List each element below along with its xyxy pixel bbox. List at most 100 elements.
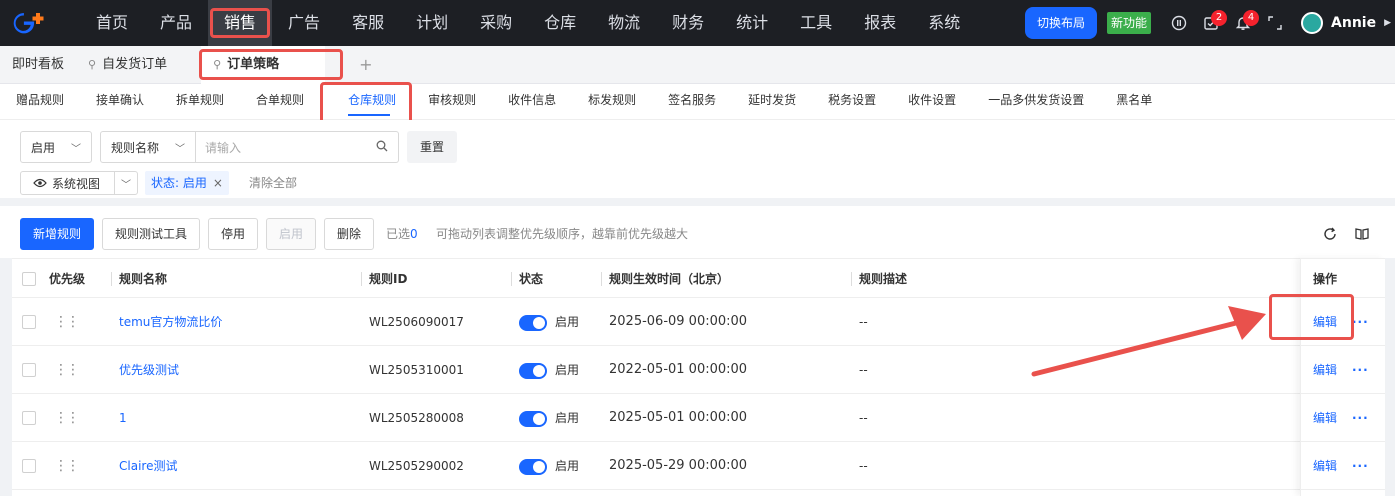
table-header: 优先级 规则名称 规则ID 状态 规则生效时间（北京） 规则描述 操作 <box>12 258 1385 298</box>
table-row[interactable]: ⋮⋮ temu官方物流比价 WL2506090017 启用 2025-06-09… <box>12 298 1385 346</box>
chevron-down-icon[interactable]: ﹀ <box>115 176 137 191</box>
disable-button[interactable]: 停用 <box>208 218 258 250</box>
drag-handle-icon[interactable]: ⋮⋮ <box>54 298 80 346</box>
nav-sales[interactable]: 销售 <box>208 0 273 46</box>
subtab-recipient-settings[interactable]: 收件设置 <box>892 84 972 120</box>
rule-name-link[interactable]: Claire测试 <box>119 442 177 490</box>
user-avatar[interactable] <box>1301 12 1324 34</box>
delete-button[interactable]: 删除 <box>324 218 374 250</box>
add-tab-button[interactable]: + <box>359 55 372 74</box>
drag-handle-icon[interactable]: ⋮⋮ <box>54 442 80 490</box>
status-toggle[interactable] <box>519 362 547 379</box>
tab-order-strategy-label: 订单策略 <box>227 56 280 72</box>
enable-button[interactable]: 启用 <box>266 218 316 250</box>
col-priority: 优先级 <box>49 272 86 286</box>
table-toolbar: 新增规则 规则测试工具 停用 启用 删除 已选0 可拖动列表调整优先级顺序，越靠… <box>0 206 1395 258</box>
eye-icon <box>33 178 47 188</box>
top-right-tools: 切换布局 新功能 2 4 Annie ▶ <box>1024 0 1395 46</box>
subtab-recipient-info[interactable]: 收件信息 <box>492 84 572 120</box>
new-feature-button[interactable]: 新功能 <box>1107 12 1152 34</box>
status-toggle[interactable] <box>519 458 547 475</box>
pin-icon[interactable]: ⚲ <box>88 46 96 84</box>
drag-handle-icon[interactable]: ⋮⋮ <box>54 346 80 394</box>
subtab-gift-rules[interactable]: 赠品规则 <box>0 84 80 120</box>
search-icon[interactable] <box>376 140 388 155</box>
view-select[interactable]: 系统视图 ﹀ <box>20 171 138 195</box>
subtab-multi-supplier[interactable]: 一品多供发货设置 <box>972 84 1100 120</box>
user-menu-caret-icon[interactable]: ▶ <box>1384 18 1391 28</box>
fullscreen-icon[interactable] <box>1259 0 1291 46</box>
clear-all-link[interactable]: 清除全部 <box>249 171 297 195</box>
nav-service[interactable]: 客服 <box>336 0 400 46</box>
rule-name-link[interactable]: 优先级测试 <box>119 346 179 394</box>
nav-plan[interactable]: 计划 <box>400 0 464 46</box>
row-checkbox[interactable] <box>22 363 36 377</box>
strategy-sub-tabs: 赠品规则 接单确认 拆单规则 合单规则 仓库规则 审核规则 收件信息 标发规则 … <box>0 81 1395 125</box>
subtab-blacklist[interactable]: 黑名单 <box>1100 84 1168 120</box>
operations-column-shadow <box>1300 258 1385 496</box>
main-nav-menu: 首页 产品 销售 广告 客服 计划 采购 仓库 物流 财务 统计 工具 报表 系… <box>80 0 976 46</box>
tab-dashboard[interactable]: 即时看板 <box>0 46 76 84</box>
subtab-review-rules[interactable]: 审核规则 <box>412 84 492 120</box>
drag-handle-icon[interactable]: ⋮⋮ <box>54 394 80 442</box>
brand-logo-icon[interactable] <box>0 0 60 46</box>
task-icon[interactable]: 2 <box>1195 0 1228 46</box>
table-row[interactable]: ⋮⋮ 1 WL2505280008 启用 2025-05-01 00:00:00… <box>12 394 1385 442</box>
reset-button[interactable]: 重置 <box>407 131 457 163</box>
col-description: 规则描述 <box>850 259 907 299</box>
status-filter-chip: 状态: 启用 × <box>145 171 229 195</box>
rule-name-link[interactable]: 1 <box>119 394 127 442</box>
row-checkbox[interactable] <box>22 411 36 425</box>
close-icon[interactable]: × <box>213 176 223 190</box>
status-filter-chip-text: 状态: 启用 <box>151 176 207 190</box>
status-toggle[interactable] <box>519 314 547 331</box>
nav-home[interactable]: 首页 <box>80 0 144 46</box>
nav-system[interactable]: 系统 <box>912 0 976 46</box>
col-effective-time: 规则生效时间（北京） <box>600 259 729 299</box>
nav-logistics[interactable]: 物流 <box>592 0 656 46</box>
subtab-mark-ship-rules[interactable]: 标发规则 <box>572 84 652 120</box>
drag-hint: 可拖动列表调整优先级顺序，越靠前优先级越大 <box>436 227 689 241</box>
refresh-icon[interactable] <box>1318 222 1342 246</box>
book-icon[interactable] <box>1350 222 1374 246</box>
row-checkbox[interactable] <box>22 459 36 473</box>
nav-purchase[interactable]: 采购 <box>464 0 528 46</box>
rule-id: WL2505310001 <box>369 363 464 377</box>
subtab-split-rules[interactable]: 拆单规则 <box>160 84 240 120</box>
switch-layout-button[interactable]: 切换布局 <box>1024 7 1097 39</box>
status-select[interactable]: 启用 ﹀ <box>20 131 92 163</box>
selected-label: 已选 <box>386 227 411 241</box>
subtab-tax-settings[interactable]: 税务设置 <box>812 84 892 120</box>
subtab-delayed-ship[interactable]: 延时发货 <box>732 84 812 120</box>
rule-test-tool-button[interactable]: 规则测试工具 <box>102 218 200 250</box>
select-all-checkbox[interactable] <box>22 272 36 286</box>
status-toggle[interactable] <box>519 410 547 427</box>
help-icon[interactable] <box>1163 0 1195 46</box>
nav-tools[interactable]: 工具 <box>784 0 848 46</box>
tab-order-strategy[interactable]: ⚲ 订单策略 <box>199 45 344 84</box>
page-tabs: 即时看板 ⚲ 自发货订单 ⚲ 订单策略 + <box>0 45 1395 84</box>
subtab-merge-rules[interactable]: 合单规则 <box>240 84 320 120</box>
nav-finance[interactable]: 财务 <box>656 0 720 46</box>
pin-icon[interactable]: ⚲ <box>213 46 221 84</box>
row-checkbox[interactable] <box>22 315 36 329</box>
search-field-select[interactable]: 规则名称 ﹀ <box>100 131 196 163</box>
user-name[interactable]: Annie <box>1331 15 1376 31</box>
nav-warehouse[interactable]: 仓库 <box>528 0 592 46</box>
subtab-signature-service[interactable]: 签名服务 <box>652 84 732 120</box>
nav-ads[interactable]: 广告 <box>272 0 336 46</box>
rule-name-link[interactable]: temu官方物流比价 <box>119 298 222 346</box>
bell-icon[interactable]: 4 <box>1227 0 1260 46</box>
add-rule-button[interactable]: 新增规则 <box>20 218 94 250</box>
search-input[interactable]: 请输入 <box>195 131 399 163</box>
subtab-warehouse-rules[interactable]: 仓库规则 <box>320 81 413 125</box>
table-row[interactable]: ⋮⋮ 优先级测试 WL2505310001 启用 2022-05-01 00:0… <box>12 346 1385 394</box>
tab-self-ship-orders[interactable]: ⚲ 自发货订单 <box>76 46 179 84</box>
table-row[interactable]: ⋮⋮ Claire测试 WL2505290002 启用 2025-05-29 0… <box>12 442 1385 490</box>
status-text: 启用 <box>555 459 580 473</box>
nav-reports[interactable]: 报表 <box>848 0 912 46</box>
nav-statistics[interactable]: 统计 <box>720 0 784 46</box>
view-select-main[interactable]: 系统视图 <box>21 172 115 194</box>
subtab-accept-confirm[interactable]: 接单确认 <box>80 84 160 120</box>
nav-product[interactable]: 产品 <box>144 0 208 46</box>
